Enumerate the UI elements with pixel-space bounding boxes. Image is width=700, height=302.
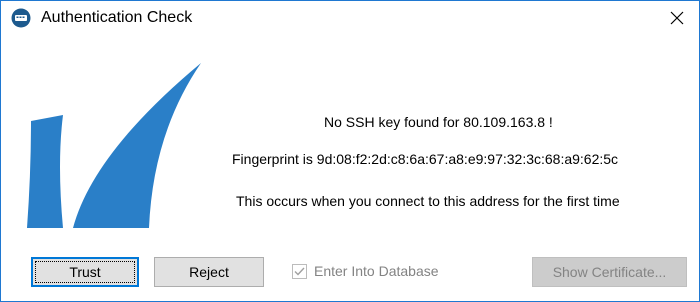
checkbox-label: Enter Into Database (314, 263, 439, 279)
enter-into-database-checkbox[interactable]: Enter Into Database (292, 263, 439, 279)
barracuda-app-icon (11, 8, 31, 28)
show-certificate-label: Show Certificate... (552, 264, 667, 280)
window-title: Authentication Check (41, 9, 193, 26)
trust-button[interactable]: Trust (31, 257, 139, 287)
focus-rectangle (35, 261, 135, 283)
shark-fin-logo-icon (27, 63, 201, 228)
fingerprint-message: Fingerprint is 9d:08:f2:2d:c8:6a:67:a8:e… (232, 151, 619, 167)
close-button[interactable] (655, 1, 699, 34)
reject-button[interactable]: Reject (154, 257, 264, 287)
checkbox-box[interactable] (292, 263, 307, 279)
reject-button-label: Reject (189, 264, 229, 280)
close-icon (670, 11, 684, 24)
authentication-check-dialog: Authentication Check No SSH key found fo… (0, 0, 700, 302)
checkmark-icon (294, 267, 305, 276)
show-certificate-button[interactable]: Show Certificate... (532, 257, 687, 287)
title-bar[interactable]: Authentication Check (1, 1, 699, 34)
no-ssh-key-message: No SSH key found for 80.109.163.8 ! (324, 114, 553, 130)
first-time-message: This occurs when you connect to this add… (236, 193, 620, 209)
